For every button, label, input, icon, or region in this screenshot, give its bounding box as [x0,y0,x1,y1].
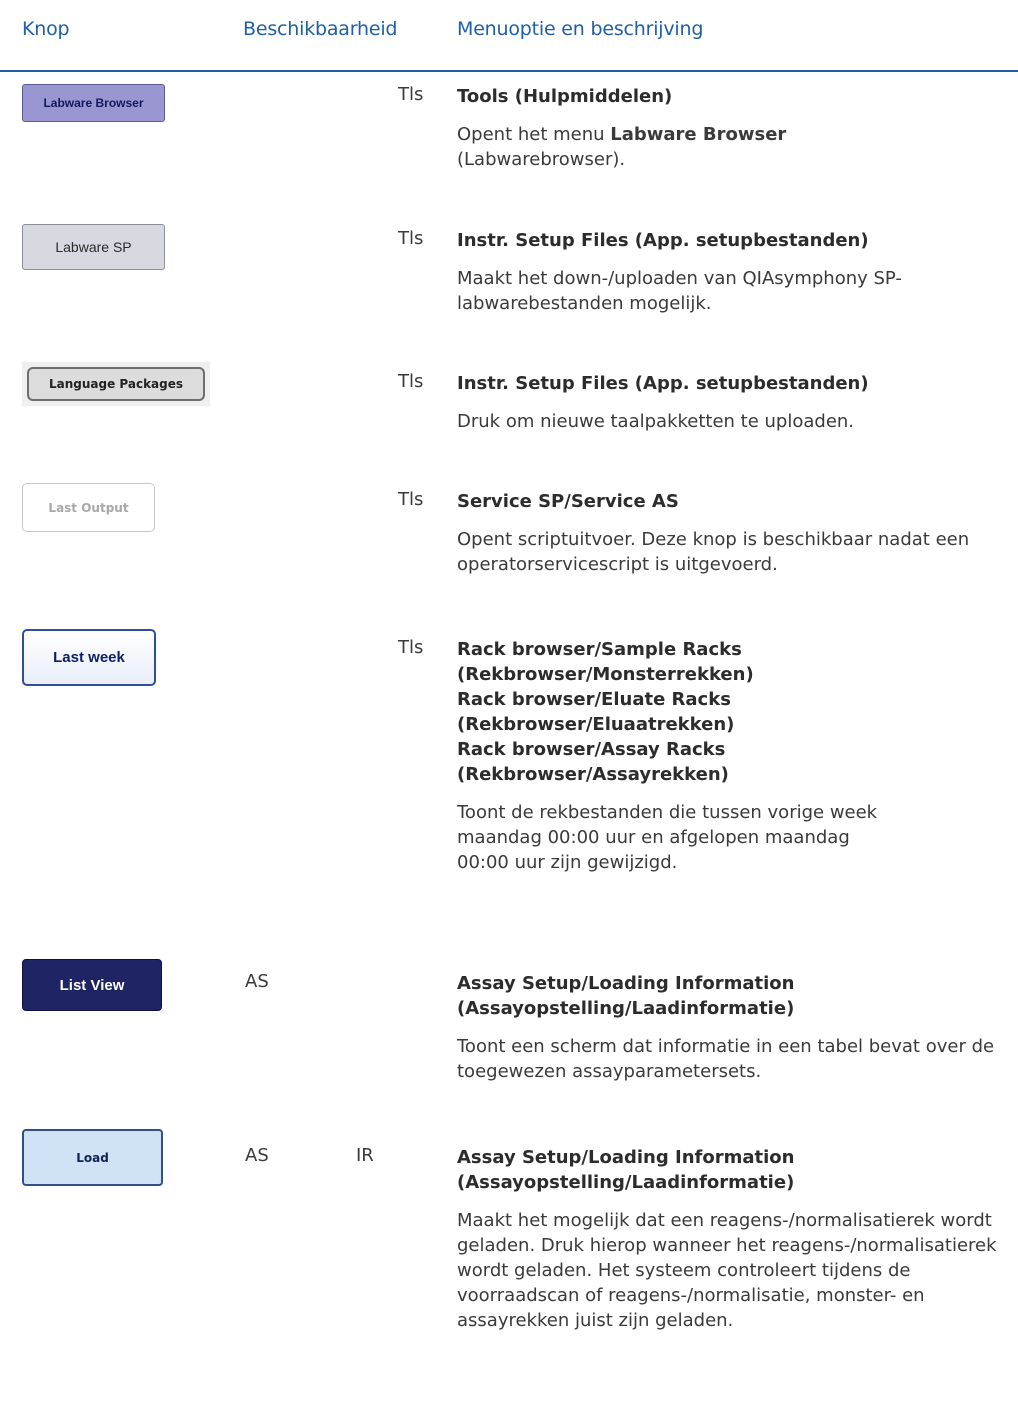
column-header-beschikbaarheid: Beschikbaarheid [243,18,398,40]
description-text: Druk om nieuwe taalpakketten te uploaden… [457,411,855,432]
menu-option-title: Service SP/Service AS [457,491,679,512]
availability-tls: Tls [398,489,424,510]
list-view-button[interactable]: List View [22,959,162,1011]
row-description: Instr. Setup Files (App. setupbestanden)… [457,371,1009,434]
menu-option-title: Tools (Hulpmiddelen) [457,86,673,107]
row-description: Tools (Hulpmiddelen) Opent het menu Labw… [457,84,1009,172]
last-week-button[interactable]: Last week [22,629,156,686]
menu-option-title: (Rekbrowser/Monsterrekken) [457,664,754,685]
menu-option-title: Instr. Setup Files (App. setupbestanden) [457,373,869,394]
menu-option-title: Instr. Setup Files (App. setupbestanden) [457,230,869,251]
availability-ir: IR [356,1145,374,1166]
row-description: Instr. Setup Files (App. setupbestanden)… [457,228,1009,316]
labware-browser-button[interactable]: Labware Browser [22,84,165,122]
row-description: Rack browser/Sample Racks (Rekbrowser/Mo… [457,637,1009,875]
description-text: Toont de rekbestanden die tussen vorige … [457,802,878,873]
labware-sp-button[interactable]: Labware SP [22,224,165,270]
load-button[interactable]: Load [22,1129,163,1186]
availability-tls: Tls [398,84,424,105]
availability-as: AS [245,971,269,992]
availability-tls: Tls [398,228,424,249]
column-header-knop: Knop [22,18,70,40]
description-text: Maakt het down-/uploaden van QIAsymphony… [457,268,902,314]
description-bold: Labware Browser [610,124,787,145]
menu-option-title: (Assayopstelling/Laadinformatie) [457,998,795,1019]
row-description: Assay Setup/Loading Information (Assayop… [457,1145,1009,1333]
menu-option-title: Assay Setup/Loading Information [457,973,795,994]
availability-tls: Tls [398,371,424,392]
last-output-button[interactable]: Last Output [22,483,155,532]
row-description: Service SP/Service AS Opent scriptuitvoe… [457,489,1009,577]
description-text: Opent het menu Labware Browser (Labwareb… [457,122,1009,172]
menu-option-title: (Rekbrowser/Assayrekken) [457,764,729,785]
menu-option-title: Rack browser/Sample Racks [457,639,742,660]
description-text: Maakt het mogelijk dat een reagens-/norm… [457,1210,997,1331]
availability-tls: Tls [398,637,424,658]
menu-option-title: (Rekbrowser/Eluaatrekken) [457,714,735,735]
description-part: Opent het menu [457,124,611,145]
menu-option-title: Assay Setup/Loading Information [457,1147,795,1168]
menu-option-title: Rack browser/Assay Racks [457,739,726,760]
column-header-menuoptie: Menuoptie en beschrijving [457,18,704,40]
description-text: Opent scriptuitvoer. Deze knop is beschi… [457,529,970,575]
menu-option-title: Rack browser/Eluate Racks [457,689,731,710]
description-text: Toont een scherm dat informatie in een t… [457,1036,995,1082]
menu-option-title: (Assayopstelling/Laadinformatie) [457,1172,795,1193]
language-packages-label: Language Packages [27,367,205,401]
description-part: (Labwarebrowser). [457,149,626,170]
row-description: Assay Setup/Loading Information (Assayop… [457,971,1009,1084]
availability-as: AS [245,1145,269,1166]
language-packages-button[interactable]: Language Packages [22,362,210,406]
table-header: Knop Beschikbaarheid Menuoptie en beschr… [0,0,1018,72]
